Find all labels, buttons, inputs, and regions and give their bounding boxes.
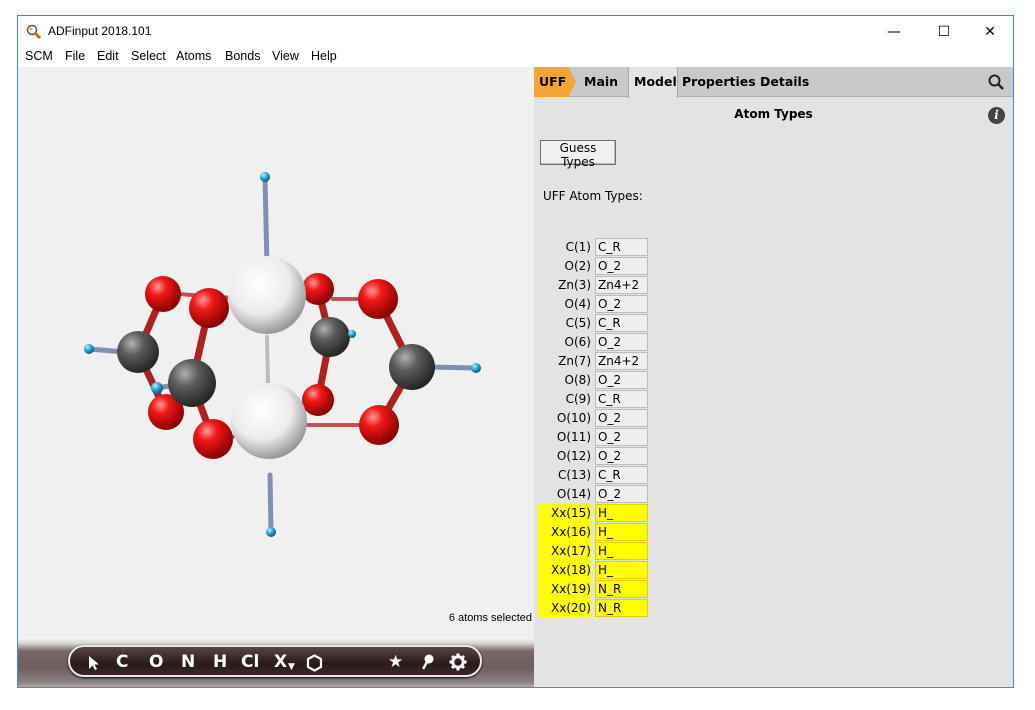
atom-label: O(12) [556,449,591,463]
menu-edit[interactable]: Edit [97,49,119,63]
tab-details[interactable]: Details [760,67,809,97]
atom-type-field[interactable]: O_2 [595,428,648,446]
atom-type-field[interactable]: N_R [595,580,648,598]
uff-panel: UFF Main Model Properties Details Atom T… [534,67,1013,687]
gear-icon[interactable] [449,653,467,671]
atom-label: O(8) [564,373,591,387]
menu-select[interactable]: Select [131,49,166,63]
tool-carbon[interactable]: C [116,652,128,672]
atom-label: O(14) [556,487,591,501]
atom-type-field[interactable]: O_2 [595,409,648,427]
menu-view[interactable]: View [272,49,299,63]
atom-label: Xx(20) [538,599,591,618]
menu-bonds[interactable]: Bonds [225,49,260,63]
atom-label: O(2) [564,259,591,273]
atom-type-field[interactable]: C_R [595,466,648,484]
atom-label: Zn(3) [558,278,591,292]
favorites-star-icon[interactable]: ★ [388,652,403,672]
panel-tab-bar: UFF Main Model Properties Details [534,67,1013,98]
atom-type-field[interactable]: C_R [595,238,648,256]
ring-tool-icon[interactable] [306,654,323,672]
tool-hydrogen[interactable]: H [213,652,227,672]
atom-type-field[interactable]: O_2 [595,295,648,313]
atom-type-field[interactable]: H_ [595,523,648,541]
menu-help[interactable]: Help [311,49,337,63]
title-bar[interactable]: ADFinput 2018.101 — ☐ ✕ [18,16,1013,47]
search-icon[interactable] [988,74,1004,90]
guess-types-button[interactable]: Guess Types [540,140,616,169]
atom-label: Zn(7) [558,354,591,368]
atom-toolbar: C O N H Cl X ▼ ★ [18,637,534,687]
atoms [84,172,481,537]
dropdown-arrow-icon[interactable]: ▼ [288,657,295,677]
tool-nitrogen[interactable]: N [181,652,195,672]
maximize-button[interactable]: ☐ [921,16,967,47]
atom-label: C(5) [565,316,591,330]
minimize-button[interactable]: — [871,16,917,47]
adf-app-icon [26,24,42,40]
panel-title: Atom Types [734,107,813,121]
tab-uff[interactable]: UFF [534,67,576,97]
molecule-view[interactable] [18,67,534,612]
atom-type-field[interactable]: H_ [595,542,648,560]
menu-atoms[interactable]: Atoms [176,49,211,63]
selection-status: 6 atoms selected [448,612,532,624]
pointer-tool-icon[interactable] [88,655,102,671]
atom-label: Xx(16) [538,523,591,542]
atom-label: Xx(15) [538,504,591,523]
atom-label: C(13) [557,468,591,482]
atom-label: Xx(18) [538,561,591,580]
atom-label: C(1) [565,240,591,254]
atom-label: O(11) [556,430,591,444]
atom-type-field[interactable]: H_ [595,504,648,522]
tab-properties[interactable]: Properties [682,67,756,97]
tool-chlorine[interactable]: Cl [241,652,259,672]
app-window: ADFinput 2018.101 — ☐ ✕ SCM File Edit Se… [17,15,1014,688]
tool-oxygen[interactable]: O [149,652,163,672]
info-icon[interactable]: i [988,107,1005,124]
uff-atom-types-label: UFF Atom Types: [543,189,643,203]
atom-type-field[interactable]: C_R [595,390,648,408]
atom-label: O(4) [564,297,591,311]
atom-type-field[interactable]: O_2 [595,485,648,503]
menu-bar: SCM File Edit Select Atoms Bonds View He… [18,47,1013,67]
window-title: ADFinput 2018.101 [48,24,152,38]
atom-type-field[interactable]: H_ [595,561,648,579]
tool-other-element[interactable]: X [274,652,287,672]
atom-label: O(6) [564,335,591,349]
atom-type-field[interactable]: N_R [595,599,648,617]
close-button[interactable]: ✕ [967,16,1013,47]
atom-type-field[interactable]: C_R [595,314,648,332]
atom-type-field[interactable]: O_2 [595,447,648,465]
pin-tool-icon[interactable] [420,653,436,671]
molecule-viewport[interactable]: 6 atoms selected [18,67,534,637]
atom-type-field[interactable]: O_2 [595,257,648,275]
menu-scm[interactable]: SCM [25,49,53,63]
tab-model[interactable]: Model [628,67,678,98]
atom-label: Xx(19) [538,580,591,599]
atom-label: C(9) [565,392,591,406]
tab-main[interactable]: Main [584,67,618,97]
menu-file[interactable]: File [65,49,85,63]
atom-type-field[interactable]: Zn4+2 [595,276,648,294]
atom-label: Xx(17) [538,542,591,561]
tool-pill: C O N H Cl X ▼ ★ [68,645,482,677]
atom-type-field[interactable]: O_2 [595,333,648,351]
atom-label: O(10) [556,411,591,425]
atom-type-field[interactable]: Zn4+2 [595,352,648,370]
atom-type-field[interactable]: O_2 [595,371,648,389]
